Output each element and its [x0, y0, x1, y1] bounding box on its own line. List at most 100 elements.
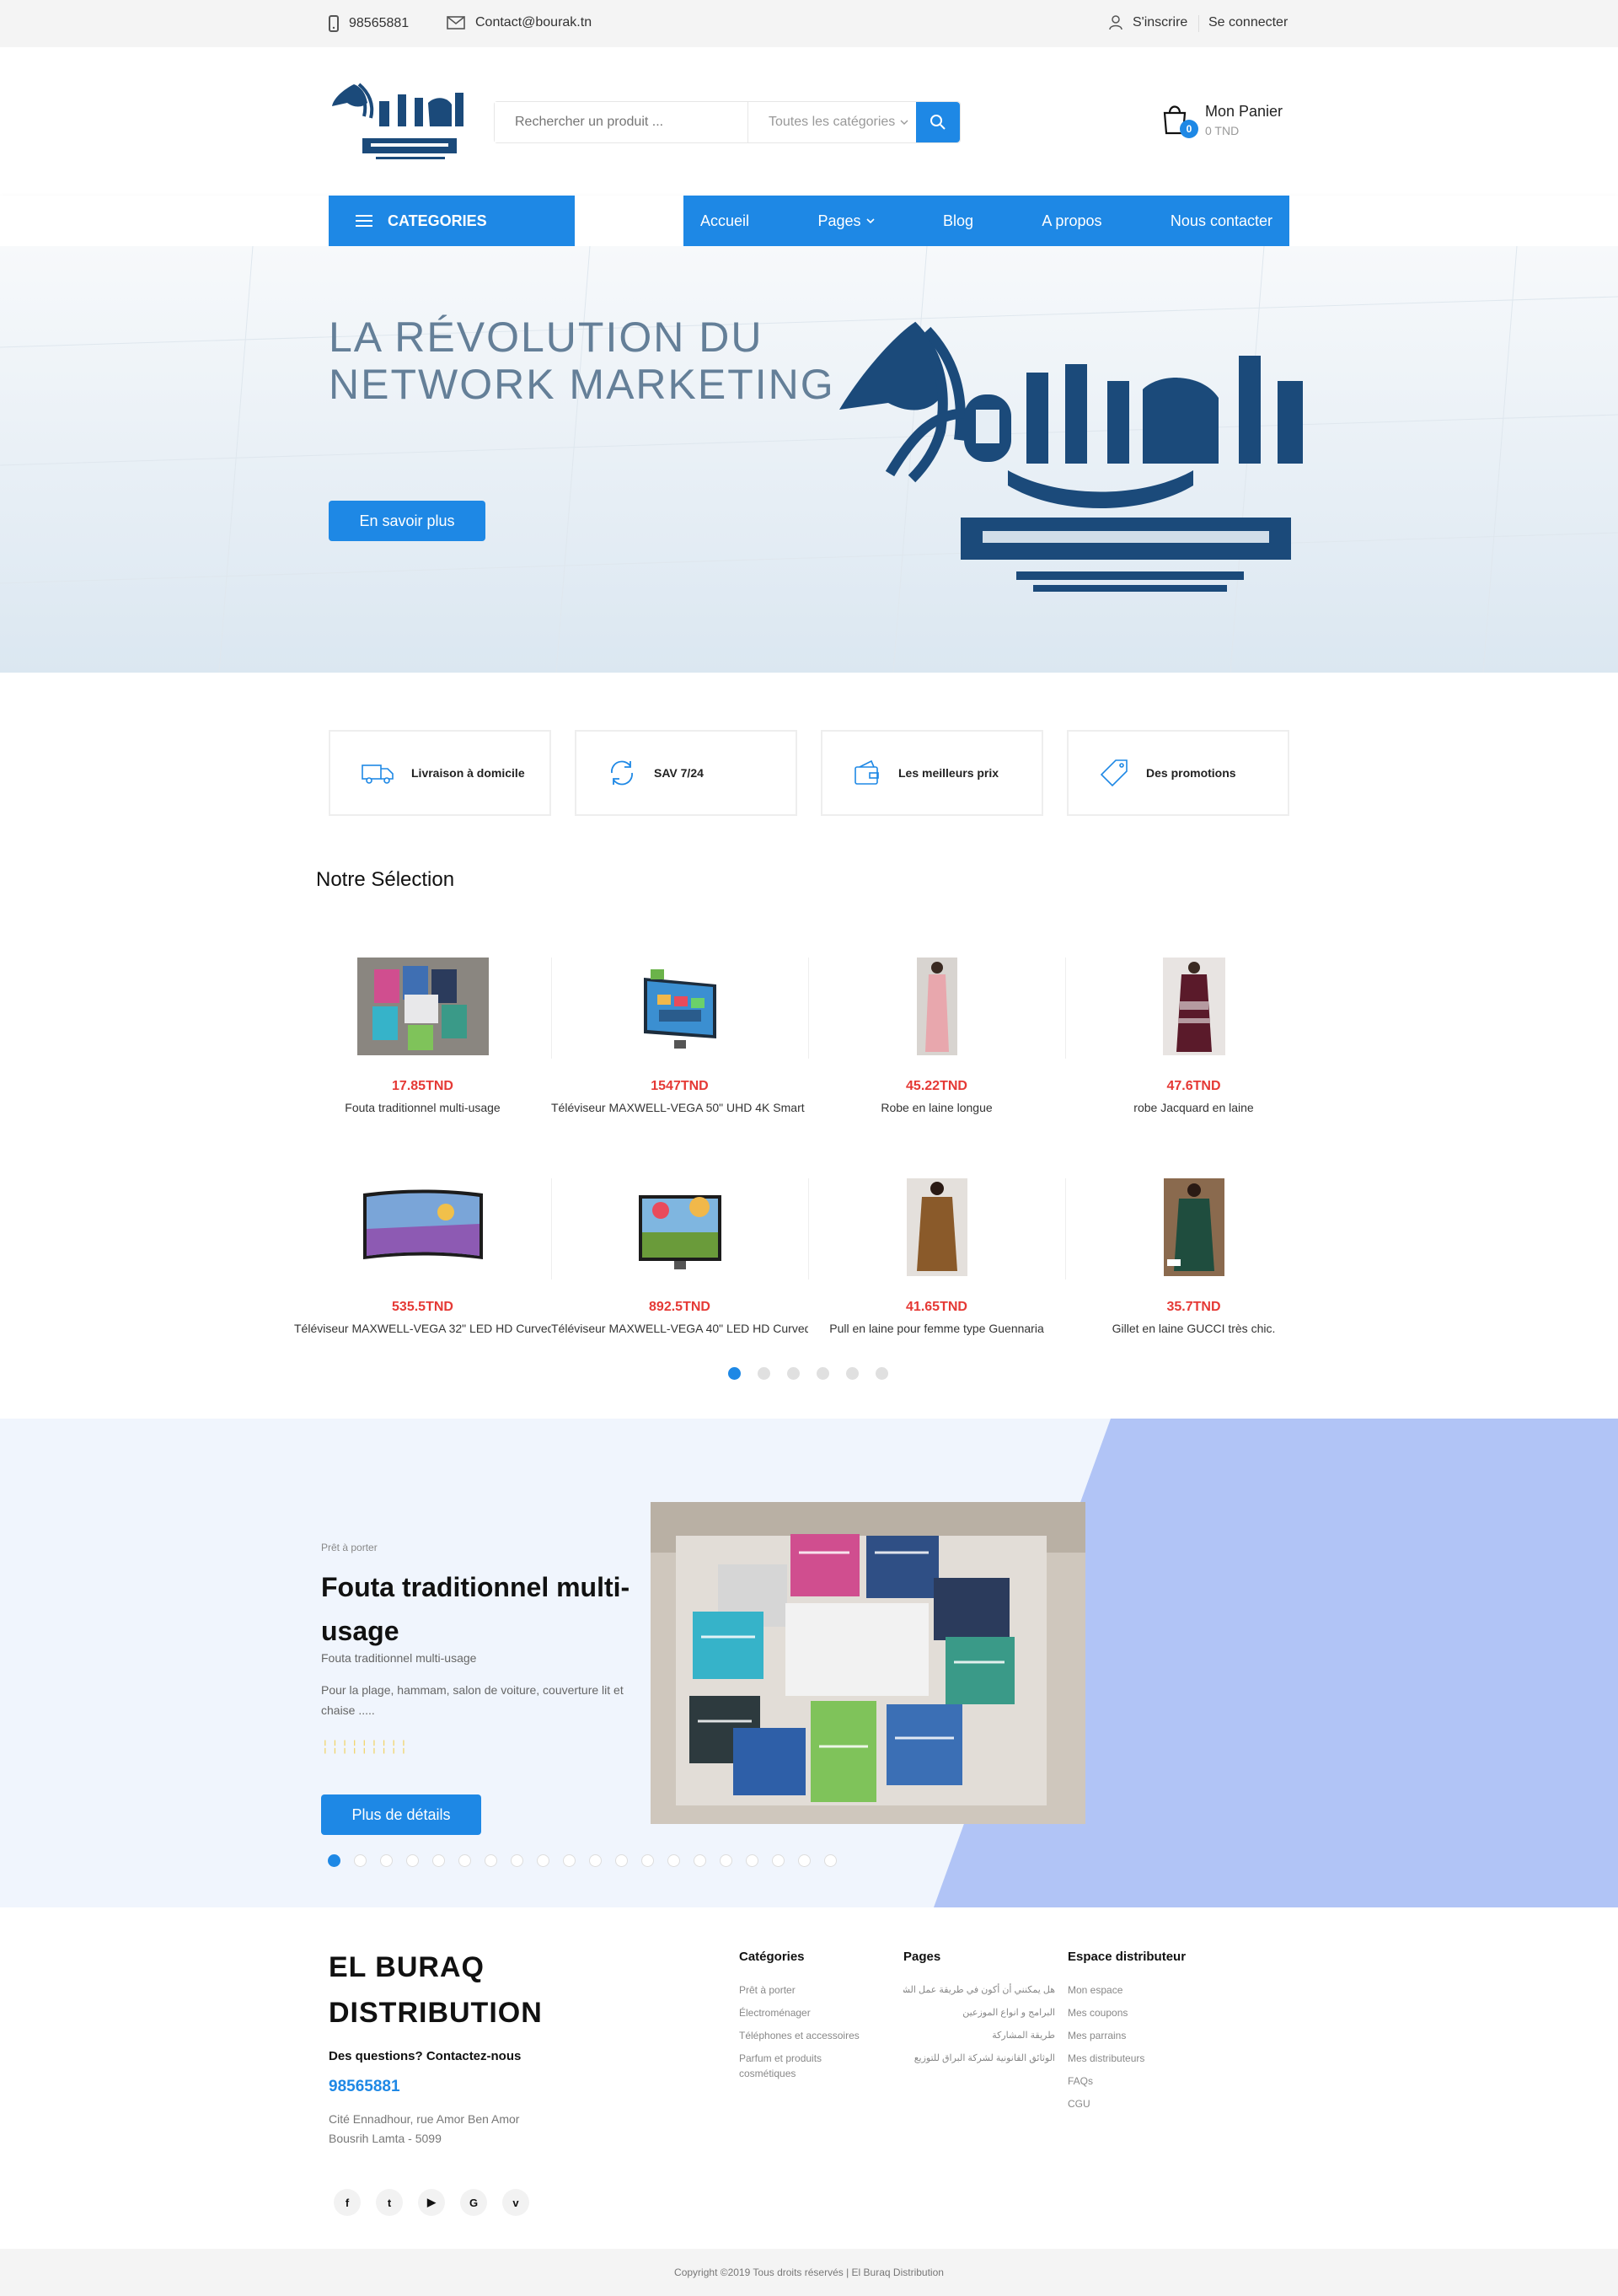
carousel-dot[interactable]: [354, 1854, 367, 1867]
wallet-icon: [855, 759, 879, 785]
promo-title: Fouta traditionnel multi-usage: [321, 1572, 630, 1646]
carousel-dot[interactable]: [485, 1854, 497, 1867]
feature-promotions-label: Des promotions: [1146, 766, 1236, 780]
carousel-dot[interactable]: [846, 1367, 859, 1380]
carousel-dot[interactable]: [772, 1854, 785, 1867]
cart-label: Mon Panier: [1205, 103, 1283, 120]
product-image[interactable]: [808, 1178, 1065, 1276]
search-input[interactable]: [495, 102, 747, 142]
featured-product-section: Prêt à porter Fouta traditionnel multi-u…: [0, 1419, 1618, 1907]
topbar-email[interactable]: Contact@bourak.tn: [447, 15, 592, 30]
footer-link[interactable]: CGU: [1068, 2096, 1236, 2111]
carousel-dot[interactable]: [876, 1367, 888, 1380]
product-image[interactable]: [294, 1178, 551, 1276]
footer-link[interactable]: Mes parrains: [1068, 2028, 1236, 2043]
product-name[interactable]: Téléviseur MAXWELL-VEGA 32" LED HD Curve…: [294, 1322, 551, 1335]
carousel-dot[interactable]: [667, 1854, 680, 1867]
carousel-dot[interactable]: [720, 1854, 732, 1867]
product-card[interactable]: 41.65TND Pull en laine pour femme type G…: [808, 1178, 1065, 1335]
carousel-dot[interactable]: [563, 1854, 576, 1867]
footer-link[interactable]: Mon espace: [1068, 1982, 1236, 1998]
site-logo[interactable]: [329, 78, 472, 165]
carousel-dot[interactable]: [406, 1854, 419, 1867]
signup-link[interactable]: S'inscrire: [1109, 15, 1187, 30]
topbar-phone[interactable]: 98565881: [329, 15, 409, 32]
feature-promotions: Des promotions: [1067, 730, 1289, 816]
footer-link[interactable]: طريقة المشاركة: [903, 2028, 1055, 2043]
footer-link[interactable]: الوثائق القانونية لشركة البراق للتوزيع: [903, 2051, 1055, 2066]
product-card[interactable]: 47.6TND robe Jacquard en laine: [1065, 958, 1322, 1114]
product-image[interactable]: [294, 958, 551, 1055]
footer-link[interactable]: Mes coupons: [1068, 2005, 1236, 2020]
youtube-icon[interactable]: ▶: [418, 2189, 445, 2216]
search-button[interactable]: [916, 102, 960, 142]
topbar-divider: [1198, 15, 1199, 32]
product-image[interactable]: [551, 958, 808, 1055]
product-card[interactable]: 17.85TND Fouta traditionnel multi-usage: [294, 958, 551, 1114]
nav-accueil[interactable]: Accueil: [700, 212, 749, 230]
product-card[interactable]: 35.7TND Gillet en laine GUCCI très chic.: [1065, 1178, 1322, 1335]
twitter-icon[interactable]: t: [376, 2189, 403, 2216]
carousel-dot[interactable]: [758, 1367, 770, 1380]
carousel-dot[interactable]: [817, 1367, 829, 1380]
footer-link[interactable]: Téléphones et accessoires: [739, 2028, 882, 2043]
product-name[interactable]: robe Jacquard en laine: [1065, 1101, 1322, 1114]
footer-link[interactable]: Prêt à porter: [739, 1982, 882, 1998]
product-card[interactable]: 45.22TND Robe en laine longue: [808, 958, 1065, 1114]
facebook-icon[interactable]: f: [334, 2189, 361, 2216]
product-image[interactable]: [551, 1178, 808, 1276]
product-name[interactable]: Téléviseur MAXWELL-VEGA 40" LED HD Curve…: [551, 1322, 808, 1335]
product-card[interactable]: 1547TND Téléviseur MAXWELL-VEGA 50" UHD …: [551, 958, 808, 1114]
nav-pages[interactable]: Pages: [817, 212, 875, 230]
promo-product-image[interactable]: [651, 1502, 1085, 1824]
carousel-dot[interactable]: [787, 1367, 800, 1380]
carousel-dot[interactable]: [511, 1854, 523, 1867]
footer-link[interactable]: FAQs: [1068, 2073, 1236, 2089]
product-card[interactable]: 535.5TND Téléviseur MAXWELL-VEGA 32" LED…: [294, 1178, 551, 1335]
carousel-dot[interactable]: [328, 1854, 340, 1867]
category-select[interactable]: Toutes les catégories: [747, 102, 916, 142]
product-name[interactable]: Gillet en laine GUCCI très chic.: [1065, 1322, 1322, 1335]
carousel-dot[interactable]: [694, 1854, 706, 1867]
product-name[interactable]: Téléviseur MAXWELL-VEGA 50" UHD 4K Smart…: [551, 1101, 808, 1114]
carousel-dot[interactable]: [432, 1854, 445, 1867]
product-card[interactable]: 892.5TND Téléviseur MAXWELL-VEGA 40" LED…: [551, 1178, 808, 1335]
carousel-dot[interactable]: [746, 1854, 758, 1867]
footer-link[interactable]: هل يمكنني أن أكون في طريقة عمل الشركة؟: [903, 1982, 1055, 1998]
carousel-dot[interactable]: [589, 1854, 602, 1867]
nav-contact[interactable]: Nous contacter: [1171, 212, 1272, 230]
nav-a-propos[interactable]: A propos: [1042, 212, 1101, 230]
product-image[interactable]: [1065, 958, 1322, 1055]
product-image[interactable]: [808, 958, 1065, 1055]
carousel-dot[interactable]: [798, 1854, 811, 1867]
google-icon[interactable]: G: [460, 2189, 487, 2216]
footer-link[interactable]: Parfum et produits cosmétiques: [739, 2051, 849, 2081]
login-link[interactable]: Se connecter: [1208, 15, 1288, 30]
product-name[interactable]: Robe en laine longue: [808, 1101, 1065, 1114]
hero-cta-button[interactable]: En savoir plus: [329, 501, 485, 541]
carousel-dot[interactable]: [824, 1854, 837, 1867]
carousel-dot[interactable]: [641, 1854, 654, 1867]
vimeo-icon[interactable]: v: [502, 2189, 529, 2216]
nav-blog[interactable]: Blog: [943, 212, 973, 230]
footer-col-categories: Catégories Prêt à porter Électroménager …: [739, 1950, 882, 2089]
product-name[interactable]: Pull en laine pour femme type Guennaria: [808, 1322, 1065, 1335]
carousel-dot[interactable]: [615, 1854, 628, 1867]
product-price: 45.22TND: [906, 1079, 967, 1093]
cart-widget[interactable]: 0 Mon Panier 0 TND: [1161, 103, 1283, 138]
social-links: f t ▶ G v: [334, 2189, 529, 2216]
footer-link[interactable]: البرامج و انواع الموزعين: [903, 2005, 1055, 2020]
carousel-dot[interactable]: [537, 1854, 549, 1867]
carousel-dot[interactable]: [380, 1854, 393, 1867]
carousel-dot[interactable]: [458, 1854, 471, 1867]
footer-phone[interactable]: 98565881: [329, 2078, 400, 2096]
promo-details-button[interactable]: Plus de détails: [321, 1794, 481, 1835]
product-image[interactable]: [1065, 1178, 1322, 1276]
categories-button[interactable]: CATEGORIES: [329, 196, 575, 246]
footer-link[interactable]: Mes distributeurs: [1068, 2051, 1236, 2066]
product-price: 35.7TND: [1166, 1300, 1221, 1314]
carousel-dot[interactable]: [728, 1367, 741, 1380]
footer-link[interactable]: Électroménager: [739, 2005, 882, 2020]
product-name[interactable]: Fouta traditionnel multi-usage: [294, 1101, 551, 1114]
selection-carousel-dots: [728, 1367, 888, 1380]
